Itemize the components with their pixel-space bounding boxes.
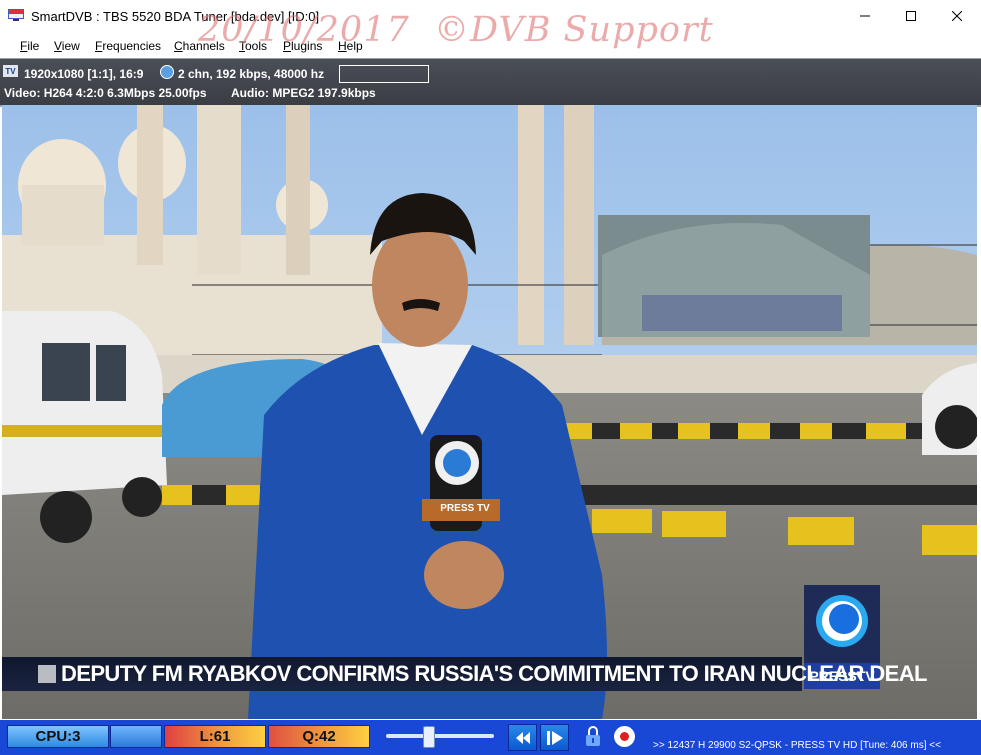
minimize-icon — [860, 15, 870, 17]
video-display[interactable]: PRESS TV PRESSTV DEPUTY FM RYABKOV CONFI… — [2, 105, 977, 719]
ticker-marker — [38, 665, 56, 683]
menu-help[interactable]: Help — [338, 39, 363, 53]
minimize-button[interactable] — [842, 0, 888, 32]
menu-plugins[interactable]: Plugins — [283, 39, 322, 53]
menu-bar: File View Frequencies Channels Tools Plu… — [0, 34, 981, 58]
signal-quality-indicator: Q:42 — [268, 725, 370, 748]
volume-slider[interactable] — [386, 734, 494, 738]
menu-view[interactable]: View — [54, 39, 80, 53]
tuning-status: >> 12437 H 29900 S2-QPSK - PRESS TV HD [… — [653, 740, 941, 751]
window-title: SmartDVB : TBS 5520 BDA Tuner [bda.dev] … — [31, 9, 320, 24]
play-icon — [546, 730, 563, 745]
stream-info-bar: TV 1920x1080 [1:1], 16:9 2 chn, 192 kbps… — [0, 58, 981, 107]
app-icon — [8, 9, 24, 21]
title-bar: SmartDVB : TBS 5520 BDA Tuner [bda.dev] … — [0, 0, 981, 34]
close-button[interactable] — [934, 0, 980, 32]
menu-tools[interactable]: Tools — [239, 39, 267, 53]
audio-channel-info: 2 chn, 192 kbps, 48000 hz — [178, 67, 325, 81]
status-pill — [110, 725, 162, 748]
ticker-headline: DEPUTY FM RYABKOV CONFIRMS RUSSIA'S COMM… — [61, 661, 927, 686]
play-button[interactable] — [540, 724, 569, 751]
lock-icon[interactable] — [585, 726, 601, 747]
resolution-info: 1920x1080 [1:1], 16:9 — [24, 67, 144, 81]
audio-icon — [160, 65, 174, 79]
microphone-flag: PRESS TV — [440, 503, 490, 514]
menu-channels[interactable]: Channels — [174, 39, 225, 53]
volume-slider-handle[interactable] — [423, 726, 436, 748]
record-icon — [620, 732, 629, 741]
status-bar: CPU:3 L:61 Q:42 >> 12437 H 29900 S2-QPSK… — [0, 720, 981, 755]
tv-icon: TV — [3, 65, 18, 77]
maximize-button[interactable] — [888, 0, 934, 32]
info-box — [339, 65, 429, 83]
menu-frequencies[interactable]: Frequencies — [95, 39, 161, 53]
signal-level-indicator: L:61 — [164, 725, 266, 748]
presstv-globe-icon — [816, 595, 868, 647]
news-ticker: DEPUTY FM RYABKOV CONFIRMS RUSSIA'S COMM… — [2, 657, 927, 691]
rewind-button[interactable] — [508, 724, 537, 751]
rewind-icon — [515, 731, 530, 744]
maximize-icon — [906, 11, 916, 21]
audio-codec-info: Audio: MPEG2 197.9kbps — [231, 86, 376, 100]
record-button[interactable] — [614, 726, 635, 747]
billboard — [598, 215, 870, 337]
close-icon — [952, 11, 962, 21]
video-codec-info: Video: H264 4:2:0 6.3Mbps 25.00fps — [4, 86, 207, 100]
menu-file[interactable]: File — [20, 39, 39, 53]
cpu-indicator: CPU:3 — [7, 725, 109, 748]
